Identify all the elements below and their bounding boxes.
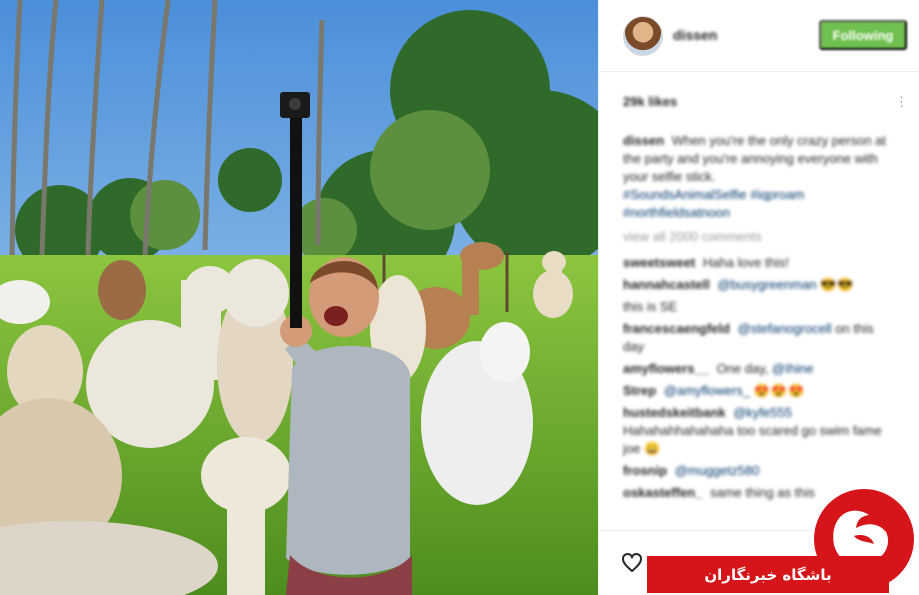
comment-text: Hahahahhahahaha too scared go swim fame … xyxy=(623,423,882,456)
following-button[interactable]: Following xyxy=(819,20,907,50)
comment-username[interactable]: francescaengfeld xyxy=(623,321,730,336)
comment-text: this is SE xyxy=(623,299,678,314)
comment-mention[interactable]: @busygreenman xyxy=(717,277,816,292)
caption-hashtags[interactable]: #SoundsAnimalSelfie #iqproam #northfield… xyxy=(623,187,804,220)
comments-list: dissen When you're the only crazy person… xyxy=(623,132,897,506)
comment-mention[interactable]: @Ihine xyxy=(772,361,813,376)
comment-text: same thing as this xyxy=(710,485,815,500)
view-all-comments-link[interactable]: view all 2000 comments xyxy=(623,228,897,246)
caption-username[interactable]: dissen xyxy=(623,133,664,148)
comment-item: amyflowers__ One day, @Ihine xyxy=(623,360,897,378)
comment-item: Strep @amyflowers_ 😍😍😍 xyxy=(623,382,897,400)
post-header: dissen Following xyxy=(599,0,919,72)
comment-text: One day, xyxy=(716,361,769,376)
comment-username[interactable]: frosnip xyxy=(623,463,667,478)
comment-item: frosnip @muggetz580 xyxy=(623,462,897,480)
emoji-icon: 😍😍😍 xyxy=(753,383,806,398)
avatar[interactable] xyxy=(623,16,663,56)
comment-username[interactable]: oskasteffen_ xyxy=(623,485,702,500)
comment-username[interactable]: Strep xyxy=(623,383,656,398)
comment-text: Haha love this! xyxy=(702,255,789,270)
watermark-banner: باشگاه خبرنگاران xyxy=(647,556,889,593)
comment-username[interactable]: hannahcastell xyxy=(623,277,710,292)
comment-username[interactable]: amyflowers__ xyxy=(623,361,709,376)
likes-count[interactable]: 29k likes xyxy=(623,94,677,109)
heart-icon[interactable] xyxy=(621,553,643,573)
emoji-icon: 😀 xyxy=(643,441,662,456)
comment-username[interactable]: hustedskeitbank xyxy=(623,405,726,420)
emoji-icon: 😎😎 xyxy=(820,277,855,292)
comment-item: hustedskeitbank @kyfe555 Hahahahhahahaha… xyxy=(623,404,897,458)
post-photo[interactable] xyxy=(0,0,598,595)
comment-mention[interactable]: @kyfe555 xyxy=(733,405,792,420)
comment-item: sweetsweet Haha love this! xyxy=(623,254,897,272)
comment-mention[interactable]: @stefanogrocell xyxy=(738,321,832,336)
comment-item: francescaengfeld @stefanogrocell on this… xyxy=(623,320,897,356)
post-username[interactable]: dissen xyxy=(673,27,717,43)
caption: dissen When you're the only crazy person… xyxy=(623,132,897,222)
comment-item: hannahcastell @busygreenman 😎😎 xyxy=(623,276,897,294)
more-options-icon[interactable]: ⋮ xyxy=(895,94,908,110)
comment-username[interactable]: sweetsweet xyxy=(623,255,695,270)
comment-mention[interactable]: @amyflowers_ xyxy=(664,383,750,398)
comment-mention[interactable]: @muggetz580 xyxy=(675,463,760,478)
comment-item: this is SE xyxy=(623,298,897,316)
alpaca-selfie-photo xyxy=(0,0,598,595)
